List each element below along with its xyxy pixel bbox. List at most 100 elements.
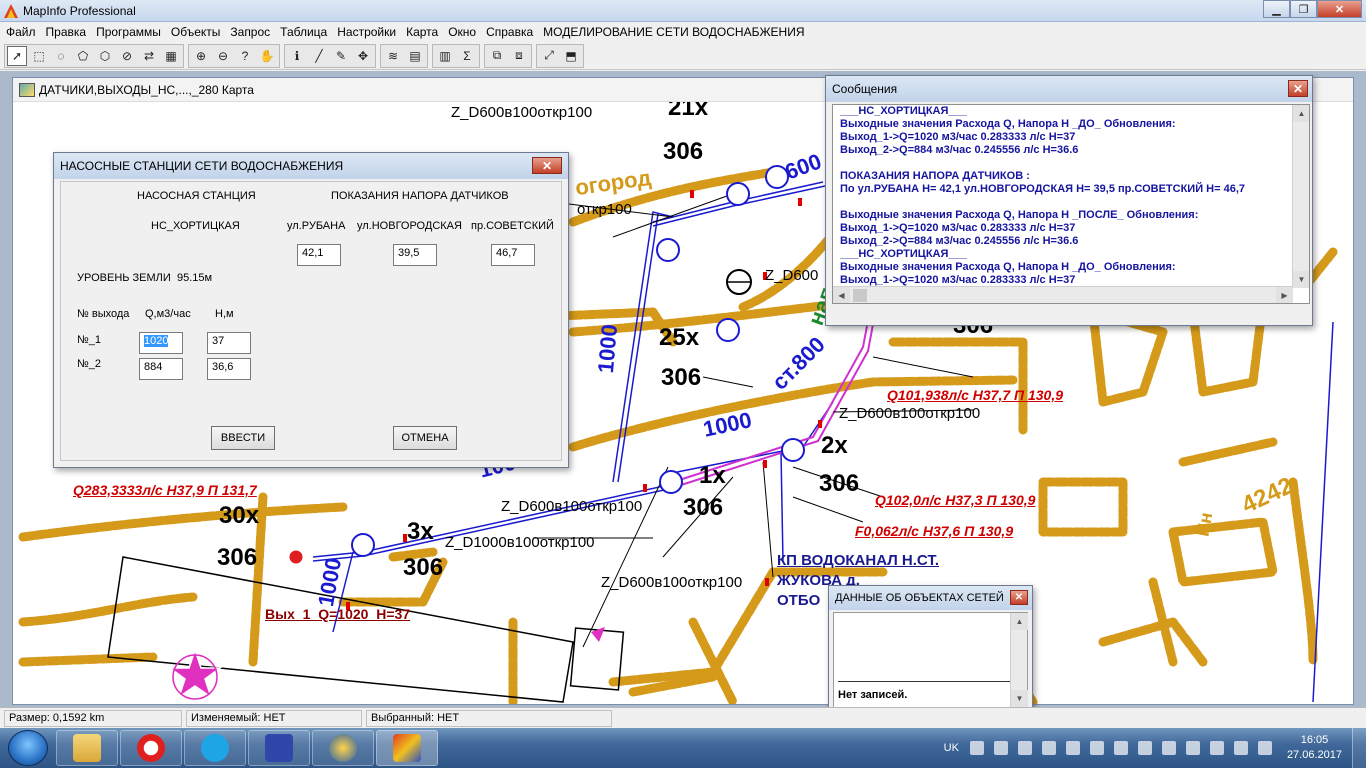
row-2-q-input[interactable]: 884 (139, 358, 183, 380)
minimize-button[interactable]: ▁ (1263, 0, 1290, 18)
grabber-hand-icon[interactable]: ✋ (257, 46, 277, 66)
tray-app-icon[interactable] (1089, 741, 1104, 755)
change-view-icon[interactable]: ? (235, 46, 255, 66)
taskbar-mapinfo[interactable] (376, 730, 438, 766)
tool-d-icon[interactable]: ⬒ (561, 46, 581, 66)
menu-file[interactable]: Файл (4, 25, 44, 39)
tray-app-icon[interactable] (1257, 741, 1272, 755)
polygon-select-icon[interactable]: ⬠ (73, 46, 93, 66)
map-flow-label: Q101,938л/с H37,7 П 130,9 (887, 387, 1064, 403)
usb-icon[interactable] (1161, 741, 1176, 755)
objects-panel-close-button[interactable]: ✕ (1010, 590, 1028, 605)
tray-app-icon[interactable] (993, 741, 1008, 755)
status-selected: Выбранный: НЕТ (366, 709, 612, 727)
messages-horizontal-scrollbar[interactable]: ◀ ▶ (833, 286, 1293, 303)
objects-panel-scrollbar[interactable]: ▲ ▼ (1010, 613, 1028, 707)
menu-help[interactable]: Справка (484, 25, 541, 39)
clock[interactable]: 16:05 27.06.2017 (1287, 733, 1342, 763)
menu-map[interactable]: Карта (404, 25, 446, 39)
taskbar-opera[interactable] (120, 730, 182, 766)
network-icon[interactable] (1209, 741, 1224, 755)
pump-dialog-close-button[interactable]: ✕ (532, 157, 562, 174)
language-indicator[interactable]: UK (944, 742, 959, 754)
bluetooth-icon[interactable] (1185, 741, 1200, 755)
tool-a-icon[interactable]: ⧉ (487, 46, 507, 66)
browser-icon[interactable]: ▥ (435, 46, 455, 66)
zoom-out-icon[interactable]: ⊖ (213, 46, 233, 66)
graph-select-icon[interactable]: ▦ (161, 46, 181, 66)
boundary-select-icon[interactable]: ⬡ (95, 46, 115, 66)
taskbar-media-app[interactable] (312, 730, 374, 766)
map-label: 1x (699, 462, 726, 489)
legend-icon[interactable]: ▤ (405, 46, 425, 66)
menu-query[interactable]: Запрос (228, 25, 278, 39)
tray-app-icon[interactable] (1065, 741, 1080, 755)
menu-water-network-modeling[interactable]: МОДЕЛИРОВАНИЕ СЕТИ ВОДОСНАБЖЕНИЯ (541, 25, 812, 39)
messages-vertical-scrollbar[interactable]: ▲ ▼ (1292, 105, 1309, 288)
scroll-right-icon[interactable]: ▶ (1276, 287, 1293, 303)
tool-b-icon[interactable]: ⧈ (509, 46, 529, 66)
tool-c-icon[interactable]: ⤢ (539, 46, 559, 66)
submit-button[interactable]: ВВЕСТИ (211, 426, 275, 450)
info-tool-icon[interactable]: ℹ (287, 46, 307, 66)
scroll-down-icon[interactable]: ▼ (1293, 271, 1309, 288)
zoom-in-icon[interactable]: ⊕ (191, 46, 211, 66)
invert-select-icon[interactable]: ⇄ (139, 46, 159, 66)
hotlink-icon[interactable]: ╱ (309, 46, 329, 66)
tray-app-icon[interactable] (969, 741, 984, 755)
objects-panel-empty-text: Нет записей. (838, 689, 908, 701)
messages-body: ___НС_ХОРТИЦКАЯ___ Выходные значения Расх… (832, 104, 1310, 304)
close-button[interactable]: ✕ (1317, 0, 1362, 18)
messages-close-button[interactable]: ✕ (1288, 80, 1308, 97)
select-arrow-icon[interactable]: ➚ (7, 45, 27, 66)
cancel-button[interactable]: ОТМЕНА (393, 426, 457, 450)
sensor-input-rubana[interactable]: 42,1 (297, 244, 341, 266)
messages-titlebar: Сообщения ✕ (826, 76, 1312, 102)
unselect-icon[interactable]: ⊘ (117, 46, 137, 66)
radius-select-icon[interactable]: ◌ (51, 46, 71, 66)
scroll-up-icon[interactable]: ▲ (1293, 105, 1309, 122)
map-label: Z_D600в100откр100 (451, 104, 593, 121)
map-label: Z_D600в100откр100 (839, 405, 981, 422)
toolbar-group-select: ➚ ⬚ ◌ ⬠ ⬡ ⊘ ⇄ ▦ (4, 43, 184, 68)
start-button[interactable] (8, 730, 48, 766)
scroll-thumb[interactable] (853, 289, 867, 302)
sensor-input-novgorodskaya[interactable]: 39,5 (393, 244, 437, 266)
speaker-icon[interactable] (1233, 741, 1248, 755)
menu-edit[interactable]: Правка (44, 25, 95, 39)
drag-window-icon[interactable]: ✥ (353, 46, 373, 66)
menu-table[interactable]: Таблица (278, 25, 335, 39)
menu-programs[interactable]: Программы (94, 25, 169, 39)
tray-app-icon[interactable] (1041, 741, 1056, 755)
menu-settings[interactable]: Настройки (335, 25, 404, 39)
marquee-select-icon[interactable]: ⬚ (29, 46, 49, 66)
map-label: Z_D1000в100откр100 (445, 534, 595, 551)
statistics-icon[interactable]: Σ (457, 46, 477, 66)
taskbar-disk-app[interactable] (248, 730, 310, 766)
row-1-h-input[interactable]: 37 (207, 332, 251, 354)
scroll-up-icon[interactable]: ▲ (1011, 613, 1028, 630)
tray-app-icon[interactable] (1113, 741, 1128, 755)
label-tool-icon[interactable]: ✎ (331, 46, 351, 66)
menu-objects[interactable]: Объекты (169, 25, 229, 39)
map-label: 306 (819, 470, 860, 497)
sensor-input-sovetsky[interactable]: 46,7 (491, 244, 535, 266)
scroll-left-icon[interactable]: ◀ (833, 287, 850, 303)
restore-button[interactable]: ❐ (1290, 0, 1317, 18)
row-1-q-input[interactable]: 1020 (139, 332, 183, 354)
message-line (833, 157, 1309, 170)
flag-icon[interactable] (1017, 741, 1032, 755)
map-label: 2x (821, 432, 848, 459)
menu-window[interactable]: Окно (446, 25, 484, 39)
map-label: 30x (219, 502, 260, 529)
volume-icon[interactable] (1137, 741, 1152, 755)
scroll-down-icon[interactable]: ▼ (1011, 690, 1028, 707)
show-desktop-button[interactable] (1352, 728, 1366, 768)
layer-control-icon[interactable]: ≋ (383, 46, 403, 66)
taskbar-explorer[interactable] (56, 730, 118, 766)
clock-time: 16:05 (1300, 734, 1329, 746)
taskbar-skype[interactable] (184, 730, 246, 766)
row-2-h-input[interactable]: 36,6 (207, 358, 251, 380)
mapinfo-taskbar-icon (393, 734, 421, 762)
map-label: 25x (659, 324, 700, 351)
